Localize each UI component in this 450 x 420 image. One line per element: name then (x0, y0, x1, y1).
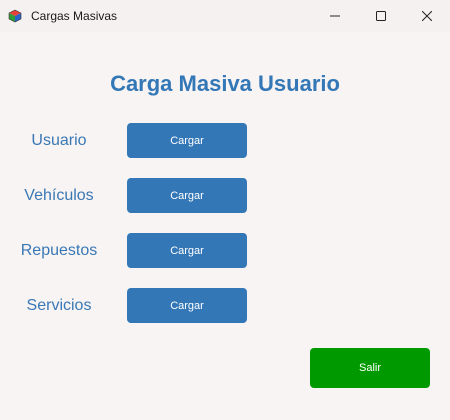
load-vehiculos-button[interactable]: Cargar (127, 178, 247, 213)
label-vehiculos: Vehículos (24, 187, 94, 204)
label-servicios: Servicios (26, 297, 92, 314)
close-button[interactable] (404, 0, 450, 32)
window-title: Cargas Masivas (31, 9, 118, 23)
label-usuario: Usuario (31, 132, 87, 149)
load-usuario-button[interactable]: Cargar (127, 123, 247, 158)
load-servicios-button[interactable]: Cargar (127, 288, 247, 323)
cube-icon (8, 9, 22, 23)
exit-button[interactable]: Salir (310, 348, 430, 388)
title-bar[interactable]: Cargas Masivas (0, 0, 450, 32)
maximize-button[interactable] (358, 0, 404, 32)
load-repuestos-button[interactable]: Cargar (127, 233, 247, 268)
main-window: Cargas Masivas Carga Masiva Usuario Usua… (0, 0, 450, 420)
minimize-button[interactable] (312, 0, 358, 32)
minimize-icon (330, 15, 340, 17)
close-icon (422, 11, 432, 21)
page-title: Carga Masiva Usuario (110, 71, 340, 96)
label-repuestos: Repuestos (20, 242, 98, 259)
maximize-icon (376, 11, 386, 21)
